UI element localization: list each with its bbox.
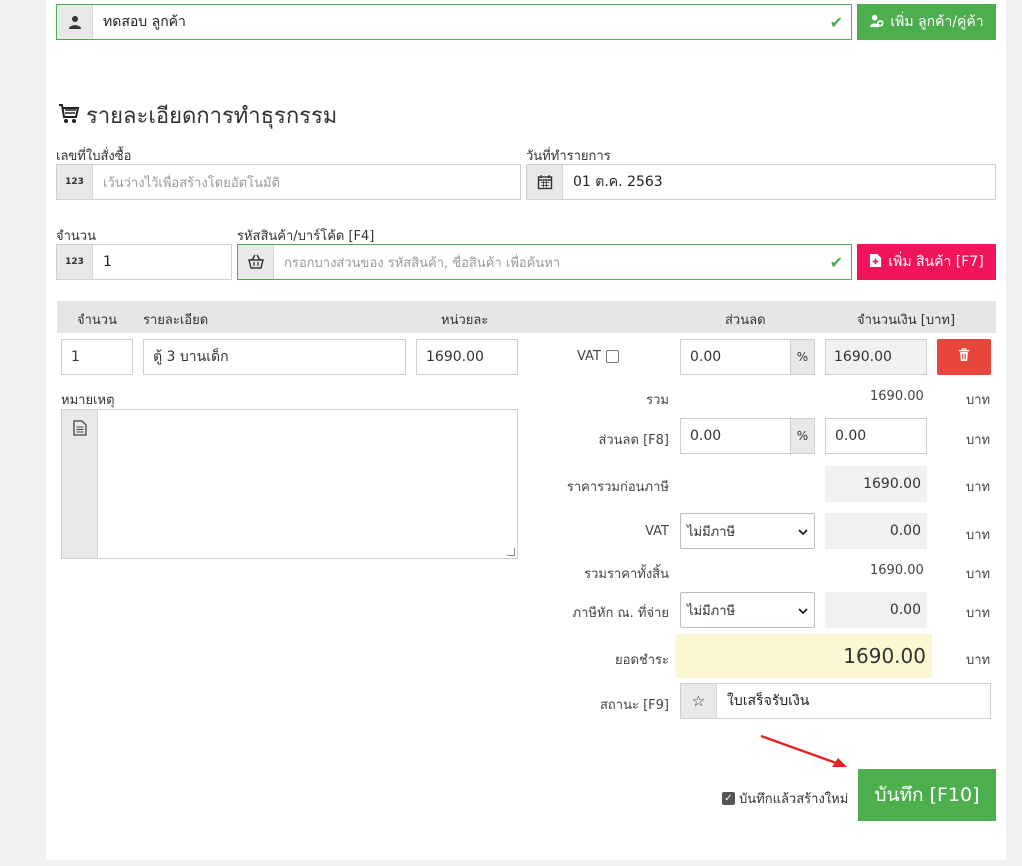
withholding-label: ภาษีหัก ณ. ที่จ่าย [572, 606, 669, 621]
item-amount-value: 1690.00 [834, 349, 892, 365]
check-icon: ✔ [829, 252, 843, 272]
item-amount: 1690.00 [825, 339, 927, 375]
vat-select[interactable]: ไม่มีภาษี [680, 513, 815, 549]
number-icon: 123 [57, 245, 93, 279]
item-discount-input[interactable]: 0.00 [680, 339, 791, 375]
vat-value: 0.00 [825, 513, 927, 549]
save-new-checkbox[interactable]: ✓ [722, 792, 735, 805]
total-currency: บาท [966, 393, 991, 408]
add-customer-button[interactable]: เพิ่ม ลูกค้า/คู่ค้า [857, 4, 996, 40]
section-title-text: รายละเอียดการทำธุรกรรม [86, 104, 338, 129]
item-vat-label: VAT [577, 349, 601, 364]
item-qty-input[interactable]: 1 [61, 339, 133, 375]
chevron-down-icon [798, 603, 808, 618]
item-description-input[interactable]: ตู้ 3 บานเด็ก [143, 339, 406, 375]
items-table-header: จำนวน รายละเอียด หน่วยละ ส่วนลด จำนวนเงิ… [57, 301, 996, 333]
basket-icon [238, 245, 274, 279]
add-file-icon [869, 253, 882, 272]
order-number-placeholder: เว้นว่างไว้เพื่อสร้างโดยอัตโนมัติ [103, 175, 280, 191]
transaction-date-field[interactable]: 01 ต.ค. 2563 [526, 164, 996, 200]
note-resize-handle[interactable] [506, 548, 516, 556]
discount-label: ส่วนลด [F8] [598, 433, 669, 448]
grand-total-label: รวมราคาทั้งสิ้น [584, 567, 669, 582]
transaction-date-label: วันที่ทำรายการ [526, 149, 611, 164]
section-title: รายละเอียดการทำธุรกรรม [56, 98, 337, 133]
status-value: ใบเสร็จรับเงิน [727, 693, 810, 709]
header-description: รายละเอียด [143, 313, 209, 328]
user-icon [57, 5, 93, 39]
withholding-select-value: ไม่มีภาษี [687, 603, 736, 619]
product-code-placeholder: กรอกบางส่วนของ รหัสสินค้า, ชื่อสินค้า เพ… [284, 255, 561, 271]
discount-value-input[interactable]: 0.00 [825, 418, 927, 454]
pretax-value: 1690.00 [825, 466, 927, 502]
quantity-label: จำนวน [56, 229, 96, 244]
item-discount-percent: % [791, 339, 815, 375]
transaction-date-value: 01 ต.ค. 2563 [573, 174, 663, 190]
withholding-value: 0.00 [825, 592, 927, 628]
item-vat-checkbox[interactable] [606, 350, 619, 363]
discount-percent-input[interactable]: 0.00 [680, 418, 791, 454]
note-field[interactable] [61, 409, 518, 559]
item-unit-price-input[interactable]: 1690.00 [416, 339, 518, 375]
order-number-label: เลขที่ใบสั่งซื้อ [56, 149, 132, 164]
trash-icon [958, 348, 970, 366]
vat-select-value: ไม่มีภาษี [687, 524, 736, 540]
save-new-option[interactable]: ✓ บันทึกแล้วสร้างใหม่ [722, 788, 848, 809]
check-icon: ✔ [829, 12, 843, 32]
save-button-label: บันทึก [F10] [874, 784, 980, 806]
product-code-label: รหัสสินค้า/บาร์โค้ด [F4] [237, 229, 375, 244]
header-discount: ส่วนลด [725, 313, 766, 328]
add-product-button[interactable]: เพิ่ม สินค้า [F7] [857, 244, 996, 280]
customer-field[interactable]: ทดสอบ ลูกค้า ✔ [56, 4, 852, 40]
grand-total-value: 1690.00 [870, 563, 924, 578]
payable-currency: บาท [966, 653, 991, 668]
save-button[interactable]: บันทึก [F10] [858, 769, 996, 821]
header-qty: จำนวน [77, 313, 117, 328]
document-icon [62, 410, 98, 558]
arrow-annotation [760, 734, 847, 767]
withholding-currency: บาท [966, 606, 991, 621]
star-icon: ☆ [681, 684, 717, 718]
delete-item-button[interactable] [937, 339, 991, 375]
quantity-value: 1 [103, 254, 112, 270]
order-number-field[interactable]: 123 เว้นว่างไว้เพื่อสร้างโดยอัตโนมัติ [56, 164, 521, 200]
header-amount: จำนวนเงิน [บาท] [857, 313, 956, 328]
pretax-currency: บาท [966, 480, 991, 495]
vat-currency: บาท [966, 528, 991, 543]
number-icon: 123 [57, 165, 93, 199]
chevron-down-icon [798, 524, 808, 539]
pretax-label: ราคารวมก่อนภาษี [566, 480, 669, 495]
status-field[interactable]: ☆ ใบเสร็จรับเงิน [680, 683, 991, 719]
grand-total-currency: บาท [966, 567, 991, 582]
status-label: สถานะ [F9] [600, 698, 669, 713]
customer-value: ทดสอบ ลูกค้า [103, 14, 186, 30]
withholding-select[interactable]: ไม่มีภาษี [680, 592, 815, 628]
quantity-field[interactable]: 123 1 [56, 244, 232, 280]
header-unit-price: หน่วยละ [441, 313, 489, 328]
add-customer-label: เพิ่ม ลูกค้า/คู่ค้า [890, 14, 984, 30]
total-value: 1690.00 [870, 389, 924, 404]
payable-label: ยอดชำระ [615, 653, 669, 668]
add-product-label: เพิ่ม สินค้า [F7] [888, 254, 984, 270]
note-label: หมายเหตุ [61, 393, 115, 408]
discount-percent-addon: % [791, 418, 815, 454]
payable-value: 1690.00 [675, 634, 932, 678]
calendar-icon [527, 165, 563, 199]
total-label: รวม [646, 393, 669, 408]
vat-label: VAT [645, 524, 669, 539]
product-code-field[interactable]: กรอกบางส่วนของ รหัสสินค้า, ชื่อสินค้า เพ… [237, 244, 852, 280]
cart-icon [56, 102, 82, 130]
discount-currency: บาท [966, 433, 991, 448]
add-user-icon [869, 13, 884, 32]
save-new-label: บันทึกแล้วสร้างใหม่ [739, 792, 849, 807]
